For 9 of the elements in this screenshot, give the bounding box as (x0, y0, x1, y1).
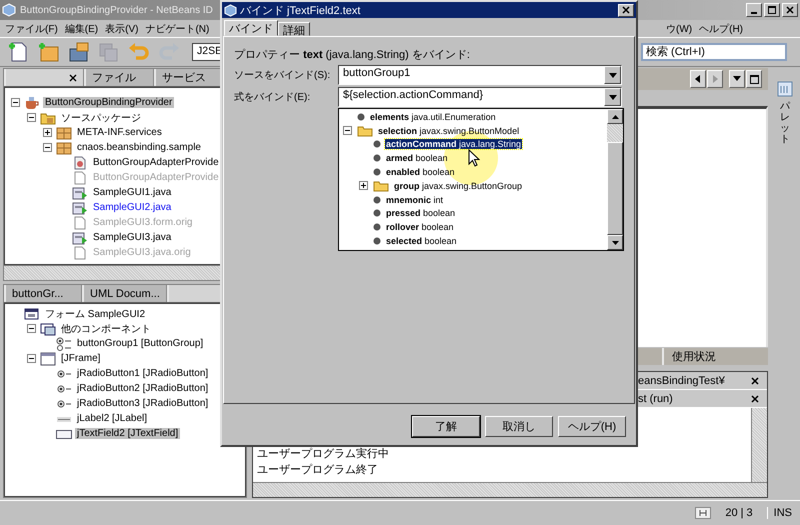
insert-mode: INS (766, 507, 792, 519)
property-label: プロパティー text (java.lang.String) をバインド: (234, 48, 471, 63)
dialog-title: バインド jTextField2.text (240, 4, 360, 18)
cursor-position: 20 | 3 (725, 507, 753, 519)
output-line: ユーザープログラム終了 (257, 462, 379, 478)
window-title: ButtonGroupBindingProvider - NetBeans ID (20, 4, 213, 16)
output-line: ユーザープログラム実行中 (257, 446, 390, 462)
field-label: ソースをバインド(S): (234, 69, 332, 82)
field-label: 式をバインド(E): (234, 90, 312, 104)
